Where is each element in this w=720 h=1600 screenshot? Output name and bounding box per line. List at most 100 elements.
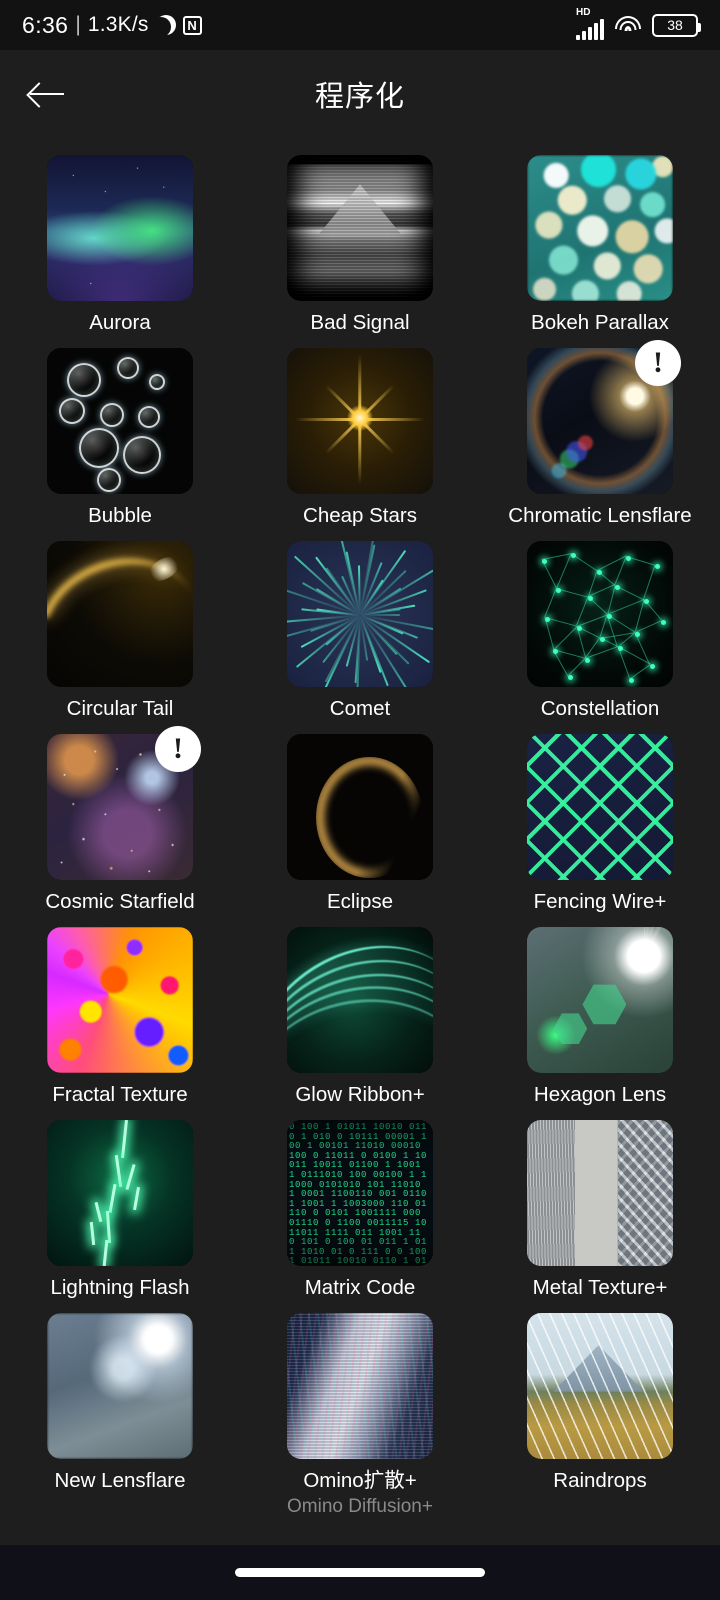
page-title: 程序化 [314, 80, 405, 113]
effect-cell[interactable]: Bubble [0, 348, 240, 529]
effect-name-label: Bokeh Parallax [531, 311, 669, 334]
effect-name-label: Fencing Wire+ [533, 890, 667, 913]
effect-thumbnail-wrap[interactable]: 0 100 1 01011 10010 0110 1 010 0 10111 0… [287, 1120, 433, 1266]
effect-thumbnail[interactable] [527, 734, 673, 880]
effect-preview-image [527, 155, 673, 301]
effect-thumbnail[interactable] [527, 1120, 673, 1266]
back-button[interactable] [12, 59, 82, 129]
status-time: 6:36 [22, 11, 69, 38]
effect-preview-image [47, 1120, 193, 1266]
effect-thumbnail[interactable] [287, 927, 433, 1073]
effect-thumbnail-wrap[interactable] [527, 734, 673, 880]
signal-bars [576, 19, 604, 40]
effect-cell[interactable]: 0 100 1 01011 10010 0110 1 010 0 10111 0… [240, 1120, 480, 1301]
effect-thumbnail-wrap[interactable] [527, 1313, 673, 1459]
effect-thumbnail[interactable] [47, 348, 193, 494]
home-indicator[interactable] [235, 1568, 485, 1577]
effect-cell[interactable]: Fencing Wire+ [480, 734, 720, 915]
effect-cell[interactable]: Lightning Flash [0, 1120, 240, 1301]
effect-name-label: Chromatic Lensflare [508, 504, 692, 527]
effect-name-label: Comet [329, 697, 391, 720]
effect-preview-image [287, 734, 433, 880]
effect-cell[interactable]: Comet [240, 541, 480, 722]
effect-thumbnail-wrap[interactable] [287, 541, 433, 687]
effect-thumbnail-wrap[interactable]: ! [47, 726, 201, 880]
nfc-icon [182, 15, 202, 35]
effect-thumbnail-wrap[interactable] [287, 348, 433, 494]
effect-cell[interactable]: Constellation [480, 541, 720, 722]
effect-cell[interactable]: Hexagon Lens [480, 927, 720, 1108]
effect-thumbnail[interactable] [47, 155, 193, 301]
effect-cell[interactable]: Glow Ribbon+ [240, 927, 480, 1108]
effect-thumbnail[interactable] [47, 927, 193, 1073]
battery-icon: 38 [652, 13, 701, 37]
effect-thumbnail[interactable] [47, 1120, 193, 1266]
effect-cell[interactable]: Bad Signal [240, 155, 480, 336]
warning-badge-icon[interactable]: ! [155, 726, 201, 772]
effect-preview-image [47, 541, 193, 687]
effect-thumbnail[interactable] [527, 155, 673, 301]
effect-thumbnail-wrap[interactable] [47, 1120, 193, 1266]
effect-thumbnail[interactable] [47, 1313, 193, 1459]
effect-thumbnail-wrap[interactable]: ! [527, 340, 681, 494]
effect-thumbnail-wrap[interactable] [287, 1313, 433, 1459]
effect-preview-image [527, 1313, 673, 1459]
effect-thumbnail[interactable] [287, 734, 433, 880]
effect-name-label: Cosmic Starfield [45, 890, 195, 913]
effect-cell[interactable]: Aurora [0, 155, 240, 336]
effect-thumbnail[interactable] [287, 348, 433, 494]
app-bar: 程序化 [0, 50, 720, 137]
effect-thumbnail[interactable]: 0 100 1 01011 10010 0110 1 010 0 10111 0… [287, 1120, 433, 1266]
effect-thumbnail[interactable] [287, 1313, 433, 1459]
effect-cell[interactable]: ! Cosmic Starfield [0, 726, 240, 915]
effect-thumbnail-wrap[interactable] [527, 155, 673, 301]
effect-thumbnail[interactable] [287, 541, 433, 687]
effect-name-label: Glow Ribbon+ [295, 1083, 425, 1106]
effect-cell[interactable]: Bokeh Parallax [480, 155, 720, 336]
effect-thumbnail-wrap[interactable] [47, 541, 193, 687]
effect-cell[interactable]: Circular Tail [0, 541, 240, 722]
effect-thumbnail-wrap[interactable] [287, 734, 433, 880]
effect-cell[interactable]: Omino扩散+ Omino Diffusion+ [240, 1313, 480, 1519]
effect-thumbnail[interactable] [287, 155, 433, 301]
effect-thumbnail-wrap[interactable] [527, 541, 673, 687]
effect-thumbnail-wrap[interactable] [47, 348, 193, 494]
effect-thumbnail[interactable] [47, 541, 193, 687]
effect-thumbnail[interactable] [527, 1313, 673, 1459]
effect-cell[interactable]: ! Chromatic Lensflare [480, 340, 720, 529]
effect-preview-image [47, 927, 193, 1073]
effect-preview-image [527, 734, 673, 880]
effect-cell[interactable]: Eclipse [240, 734, 480, 915]
effect-cell[interactable]: Metal Texture+ [480, 1120, 720, 1301]
effect-cell[interactable]: Raindrops [480, 1313, 720, 1519]
effect-thumbnail-wrap[interactable] [527, 927, 673, 1073]
effect-name-label: Metal Texture+ [532, 1276, 668, 1299]
effect-thumbnail-wrap[interactable] [527, 1120, 673, 1266]
effect-thumbnail-wrap[interactable] [287, 155, 433, 301]
status-bar-left: 6:36 | 1.3K/s [22, 12, 202, 39]
effect-thumbnail-wrap[interactable] [287, 927, 433, 1073]
effect-thumbnail[interactable] [527, 927, 673, 1073]
warning-badge-icon[interactable]: ! [635, 340, 681, 386]
effect-thumbnail-wrap[interactable] [47, 155, 193, 301]
wifi-icon [615, 15, 641, 35]
effect-name-label: Bad Signal [310, 311, 410, 334]
effect-preview-image [47, 348, 193, 494]
effects-scroll-area[interactable]: Aurora Bad Signal Bokeh Parallax Bubble Chea… [0, 137, 720, 1600]
effect-name-label: Omino扩散+ [303, 1469, 417, 1492]
signal-bars-icon: HD [576, 7, 604, 40]
effect-cell[interactable]: New Lensflare [0, 1313, 240, 1519]
status-bar: 6:36 | 1.3K/s HD 38 [0, 0, 720, 50]
effect-thumbnail-wrap[interactable] [47, 1313, 193, 1459]
hd-label: HD [576, 7, 591, 18]
effect-preview-image [47, 155, 193, 301]
effect-name-label: Fractal Texture [52, 1083, 188, 1106]
effect-preview-image [287, 927, 433, 1073]
effect-thumbnail-wrap[interactable] [47, 927, 193, 1073]
effect-cell[interactable]: Fractal Texture [0, 927, 240, 1108]
effect-preview-image [527, 541, 673, 687]
effect-cell[interactable]: Cheap Stars [240, 348, 480, 529]
battery-level-label: 38 [667, 17, 683, 33]
effect-thumbnail[interactable] [527, 541, 673, 687]
effect-preview-image [287, 155, 433, 301]
